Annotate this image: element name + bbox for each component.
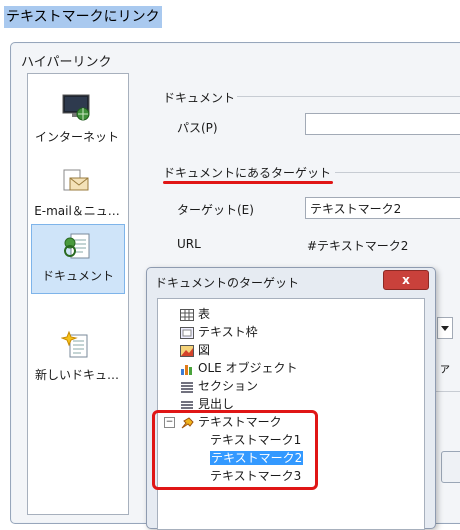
nav-label-new-document: 新しいドキュ… [34,368,119,382]
tree-item-section[interactable]: セクション [180,377,258,395]
document-section-divider [237,96,460,97]
section-icon [181,381,193,393]
document-icon [64,233,90,259]
chevron-down-icon [441,326,449,331]
document-section-heading: ドキュメント [163,91,236,105]
path-input[interactable] [305,113,460,135]
tree-item-ole-object[interactable]: OLE オブジェクト [180,359,298,377]
heading-icon [181,400,193,409]
partial-button[interactable] [441,451,460,483]
dialog-title: ハイパーリンク [21,55,112,70]
nav-item-new-document[interactable]: 新しいドキュ… [31,324,123,392]
ole-object-icon [181,364,192,375]
nav-label-email: E-mail＆ニュ… [34,204,120,218]
nav-item-email[interactable]: E-mail＆ニュ… [31,160,123,228]
image-icon [180,344,194,357]
nav-label-internet: インターネット [34,130,119,144]
nav-label-document: ドキュメント [41,269,114,283]
selected-document-text: テキストマークにリンク [4,6,162,28]
text-frame-icon [180,326,194,339]
internet-icon [62,94,90,121]
url-value: #テキストマーク2 [307,239,409,253]
bookmark-highlight-box [152,410,318,490]
dropdown-arrow-button[interactable] [437,317,453,339]
popup-title: ドキュメントのターゲット [155,276,300,290]
hyperlink-type-nav: インターネット E-mail＆ニュ… ドキュメント 新しいドキュ… [27,73,129,515]
target-section-divider [335,172,460,173]
nav-item-document[interactable]: ドキュメント [31,224,125,294]
url-label: URL [177,237,201,251]
path-label: パス(P) [177,121,218,135]
tree-item-text-frame[interactable]: テキスト枠 [180,323,258,341]
target-input[interactable]: テキストマーク2 [305,197,460,219]
tree-item-table[interactable]: 表 [180,305,210,323]
close-button[interactable]: x [383,270,429,290]
target-heading-highlight [163,181,333,184]
tree-item-image[interactable]: 図 [180,341,210,359]
target-section-heading: ドキュメントにあるターゲット [163,166,332,180]
target-label: ターゲット(E) [177,203,254,217]
partial-divider [435,391,460,392]
partial-text: ァ [439,361,452,375]
nav-item-internet[interactable]: インターネット [31,86,123,154]
table-icon [180,308,194,321]
new-document-icon [61,330,88,358]
email-icon [63,169,89,191]
